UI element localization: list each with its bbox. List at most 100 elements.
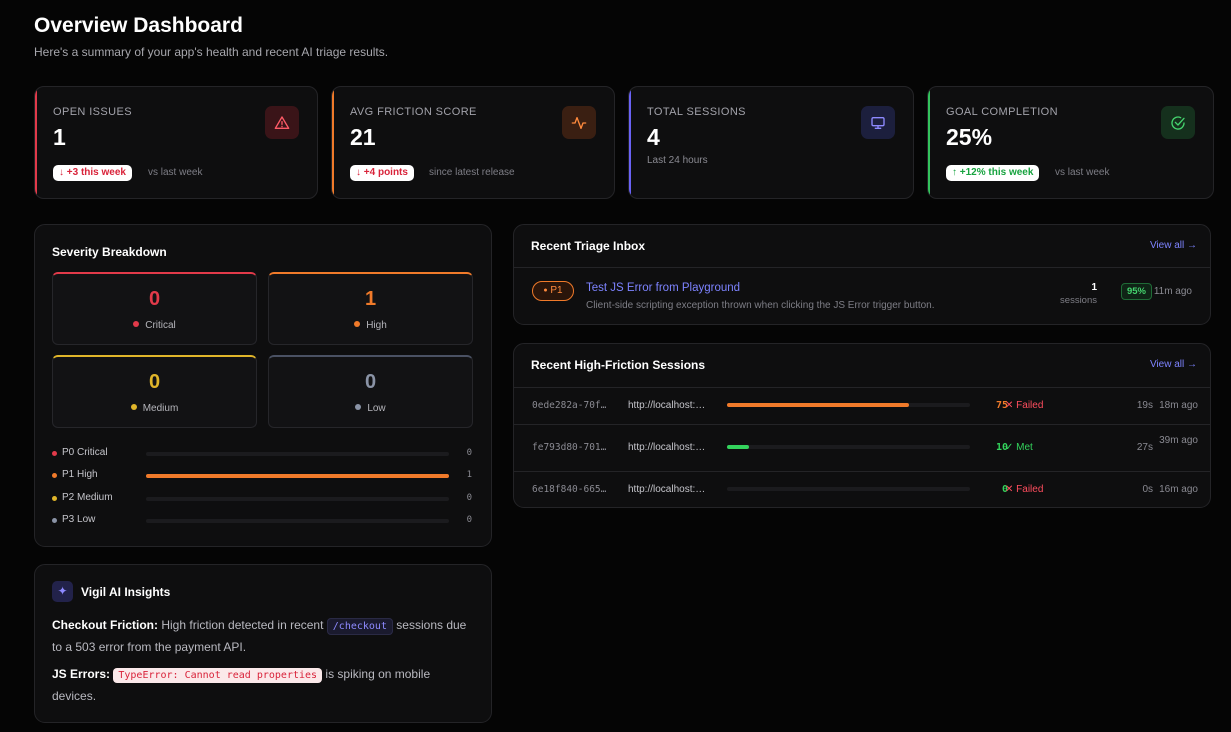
stat-label: TOTAL SESSIONS	[647, 106, 746, 118]
triage-inbox-panel: Recent Triage Inbox View all → ● P1 Test…	[513, 224, 1211, 325]
priority-row-p1: P1 High 1	[52, 469, 472, 483]
stat-label: AVG FRICTION SCORE	[350, 106, 477, 118]
session-url: http://localhost:…	[628, 442, 706, 453]
priority-row-p0: P0 Critical 0	[52, 447, 472, 461]
severity-label: High	[366, 320, 387, 331]
friction-bar	[727, 487, 970, 491]
trend-badge: ↓ +4 points	[350, 165, 414, 181]
severity-card-medium[interactable]: 0 Medium	[52, 355, 257, 428]
page-title: Overview Dashboard	[34, 14, 243, 37]
session-id: 0ede282a-70f…	[532, 400, 607, 411]
severity-card-critical[interactable]: 0 Critical	[52, 272, 257, 345]
priority-dot	[52, 473, 57, 478]
session-duration: 19s	[1136, 400, 1153, 411]
page-subtitle: Here's a summary of your app's health an…	[34, 45, 389, 59]
stat-value: 1	[53, 124, 66, 150]
priority-badge: ● P1	[532, 281, 574, 301]
severity-count: 0	[148, 371, 161, 393]
priority-label: P2 Medium	[62, 492, 113, 503]
severity-count: 0	[148, 288, 161, 310]
severity-breakdown-panel: Severity Breakdown 0 Critical 1 High 0 M…	[34, 224, 492, 547]
priority-label: P0 Critical	[62, 447, 108, 458]
trend-note: vs last week	[1055, 167, 1110, 178]
code-chip: TypeError: Cannot read properties	[113, 668, 323, 683]
sessions-count: 1	[1091, 282, 1097, 293]
stat-card-goal-completion[interactable]: GOAL COMPLETION 25% ↑ +12% this week vs …	[927, 86, 1214, 199]
priority-bar	[146, 474, 449, 478]
priority-count: 0	[466, 515, 472, 525]
session-duration: 0s	[1142, 484, 1153, 495]
priority-bar	[146, 519, 449, 523]
panel-title: Recent High-Friction Sessions	[531, 358, 706, 372]
stat-subtext: Last 24 hours	[647, 155, 708, 166]
session-row[interactable]: fe793d80-701… http://localhost:… 10 ✓ Me…	[514, 425, 1210, 471]
severity-card-low[interactable]: 0 Low	[268, 355, 473, 428]
severity-dot	[355, 404, 362, 410]
goal-status: ✓ Met	[1005, 442, 1033, 453]
session-id: fe793d80-701…	[532, 442, 607, 453]
severity-dot	[130, 404, 137, 410]
stat-value: 4	[647, 124, 660, 150]
session-id: 6e18f840-665…	[532, 484, 607, 495]
confidence-badge: 95%	[1120, 283, 1152, 300]
session-url: http://localhost:…	[628, 484, 706, 495]
trend-note: since latest release	[429, 167, 515, 178]
session-ago: 39m ago	[1159, 435, 1198, 446]
stat-label: GOAL COMPLETION	[946, 106, 1058, 118]
severity-dot	[133, 321, 140, 327]
insight-checkout: Checkout Friction: High friction detecte…	[52, 618, 467, 654]
session-ago: 16m ago	[1159, 484, 1198, 495]
triage-item-title[interactable]: Test JS Error from Playground	[586, 282, 740, 294]
triage-item[interactable]: ● P1 Test JS Error from Playground Clien…	[514, 268, 1210, 324]
code-chip: /checkout	[326, 618, 393, 635]
session-url: http://localhost:…	[628, 400, 706, 411]
severity-label: Medium	[142, 403, 179, 414]
priority-count: 1	[466, 470, 472, 480]
stat-value: 25%	[946, 124, 993, 150]
priority-row-p2: P2 Medium 0	[52, 492, 472, 506]
triage-item-desc: Client-side scripting exception thrown w…	[586, 300, 935, 311]
panel-title: Severity Breakdown	[52, 245, 167, 259]
panel-title: Recent Triage Inbox	[531, 239, 646, 253]
severity-label: Low	[367, 403, 386, 414]
priority-bar	[146, 497, 449, 501]
trend-badge: ↑ +12% this week	[946, 165, 1040, 181]
triage-ago: 11m ago	[1153, 286, 1192, 297]
priority-dot	[52, 496, 57, 501]
goal-status: ✕ Failed	[1005, 484, 1044, 495]
view-all-link[interactable]: View all →	[1150, 240, 1197, 251]
priority-label: P3 Low	[62, 514, 96, 525]
stat-card-avg-friction[interactable]: AVG FRICTION SCORE 21 ↓ +4 points since …	[331, 86, 615, 199]
panel-title: Vigil AI Insights	[81, 585, 171, 599]
high-friction-sessions-panel: Recent High-Friction Sessions View all →…	[513, 343, 1211, 508]
stat-card-open-issues[interactable]: OPEN ISSUES 1 ↓ +3 this week vs last wee…	[34, 86, 318, 199]
severity-card-high[interactable]: 1 High	[268, 272, 473, 345]
ai-insights-panel: ✦ Vigil AI Insights Checkout Friction: H…	[34, 564, 492, 723]
severity-dot	[354, 321, 361, 327]
priority-dot	[52, 451, 57, 456]
friction-bar	[727, 445, 970, 449]
monitor-icon	[861, 106, 895, 139]
insight-js-errors: JS Errors: TypeError: Cannot read proper…	[52, 667, 431, 703]
priority-label: P1 High	[62, 469, 98, 480]
friction-bar	[727, 403, 970, 407]
stat-label: OPEN ISSUES	[53, 106, 132, 118]
priority-count: 0	[466, 448, 472, 458]
alert-triangle-icon	[265, 106, 299, 139]
view-all-link[interactable]: View all →	[1150, 359, 1197, 370]
severity-count: 0	[364, 371, 377, 393]
check-circle-icon	[1161, 106, 1195, 139]
stat-value: 21	[350, 124, 376, 150]
priority-bar	[146, 452, 449, 456]
trend-note: vs last week	[148, 167, 203, 178]
activity-icon	[562, 106, 596, 139]
priority-dot	[52, 518, 57, 523]
trend-badge: ↓ +3 this week	[53, 165, 132, 181]
priority-row-p3: P3 Low 0	[52, 514, 472, 528]
severity-label: Critical	[145, 320, 176, 331]
stat-card-total-sessions[interactable]: TOTAL SESSIONS 4 Last 24 hours	[628, 86, 914, 199]
session-row[interactable]: 0ede282a-70f… http://localhost:… 75 ✕ Fa…	[514, 388, 1210, 424]
severity-count: 1	[364, 288, 377, 310]
sparkle-icon: ✦	[52, 581, 73, 602]
session-row[interactable]: 6e18f840-665… http://localhost:… 0 ✕ Fai…	[514, 472, 1210, 507]
